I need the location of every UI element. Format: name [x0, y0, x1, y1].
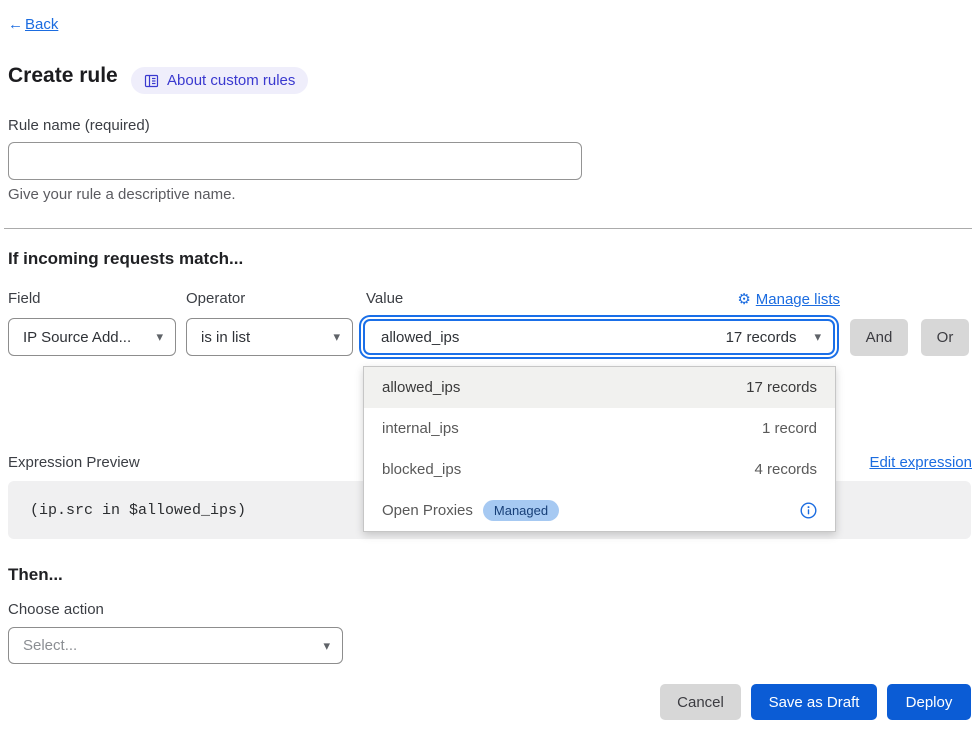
chevron-down-icon: ▾: [814, 329, 821, 345]
list-item-blocked-ips[interactable]: blocked_ips 4 records: [364, 449, 835, 490]
rule-name-label: Rule name (required): [8, 117, 150, 134]
and-button[interactable]: And: [850, 319, 908, 356]
gear-icon: ⚙: [737, 290, 750, 308]
list-item-meta: 17 records: [746, 379, 817, 396]
list-item-allowed-ips[interactable]: allowed_ips 17 records: [364, 367, 835, 408]
field-select-value: IP Source Add...: [23, 329, 131, 346]
value-label: Value: [366, 290, 403, 307]
then-heading: Then...: [8, 565, 63, 585]
deploy-button[interactable]: Deploy: [887, 684, 971, 720]
rule-name-input[interactable]: [8, 142, 582, 180]
info-icon[interactable]: [800, 502, 817, 519]
about-custom-rules-link[interactable]: About custom rules: [131, 67, 308, 94]
section-divider: [4, 228, 972, 229]
list-item-meta: 1 record: [762, 420, 817, 437]
cancel-button[interactable]: Cancel: [660, 684, 741, 720]
action-select-placeholder: Select...: [23, 637, 77, 654]
list-item-name: allowed_ips: [382, 379, 460, 396]
or-button[interactable]: Or: [921, 319, 969, 356]
operator-select[interactable]: is in list ▾: [186, 318, 353, 356]
save-as-draft-button[interactable]: Save as Draft: [751, 684, 877, 720]
about-custom-rules-label: About custom rules: [167, 72, 295, 89]
expression-code: (ip.src in $allowed_ips): [30, 502, 246, 519]
list-item-meta: 4 records: [754, 461, 817, 478]
managed-badge: Managed: [483, 500, 559, 521]
back-arrow-icon: ←: [8, 16, 23, 33]
list-item-open-proxies[interactable]: Open Proxies Managed: [364, 490, 835, 531]
rule-name-helper: Give your rule a descriptive name.: [8, 186, 236, 203]
chevron-down-icon: ▾: [156, 329, 163, 345]
page-title: Create rule: [8, 64, 118, 88]
list-item-name: internal_ips: [382, 420, 459, 437]
field-select[interactable]: IP Source Add... ▾: [8, 318, 176, 356]
list-dropdown: allowed_ips 17 records internal_ips 1 re…: [363, 366, 836, 532]
manage-lists-label: Manage lists: [756, 291, 840, 308]
manage-lists-link[interactable]: ⚙ Manage lists: [737, 290, 840, 308]
value-select-name: allowed_ips: [381, 329, 459, 346]
chevron-down-icon: ▾: [333, 329, 340, 345]
value-select-meta: 17 records: [726, 329, 797, 346]
choose-action-label: Choose action: [8, 601, 104, 618]
operator-label: Operator: [186, 290, 245, 307]
list-item-internal-ips[interactable]: internal_ips 1 record: [364, 408, 835, 449]
expression-preview-label: Expression Preview: [8, 454, 140, 471]
back-link-label: Back: [25, 16, 58, 33]
list-item-name: blocked_ips: [382, 461, 461, 478]
action-select[interactable]: Select... ▾: [8, 627, 343, 664]
chevron-down-icon: ▾: [323, 638, 330, 654]
book-icon: [144, 74, 159, 88]
back-link[interactable]: ←Back: [8, 16, 58, 33]
edit-expression-link[interactable]: Edit expression: [869, 454, 972, 471]
value-select[interactable]: allowed_ips 17 records ▾: [363, 319, 835, 355]
list-item-name: Open Proxies: [382, 502, 473, 519]
match-heading: If incoming requests match...: [8, 249, 243, 269]
field-label: Field: [8, 290, 41, 307]
operator-select-value: is in list: [201, 329, 250, 346]
